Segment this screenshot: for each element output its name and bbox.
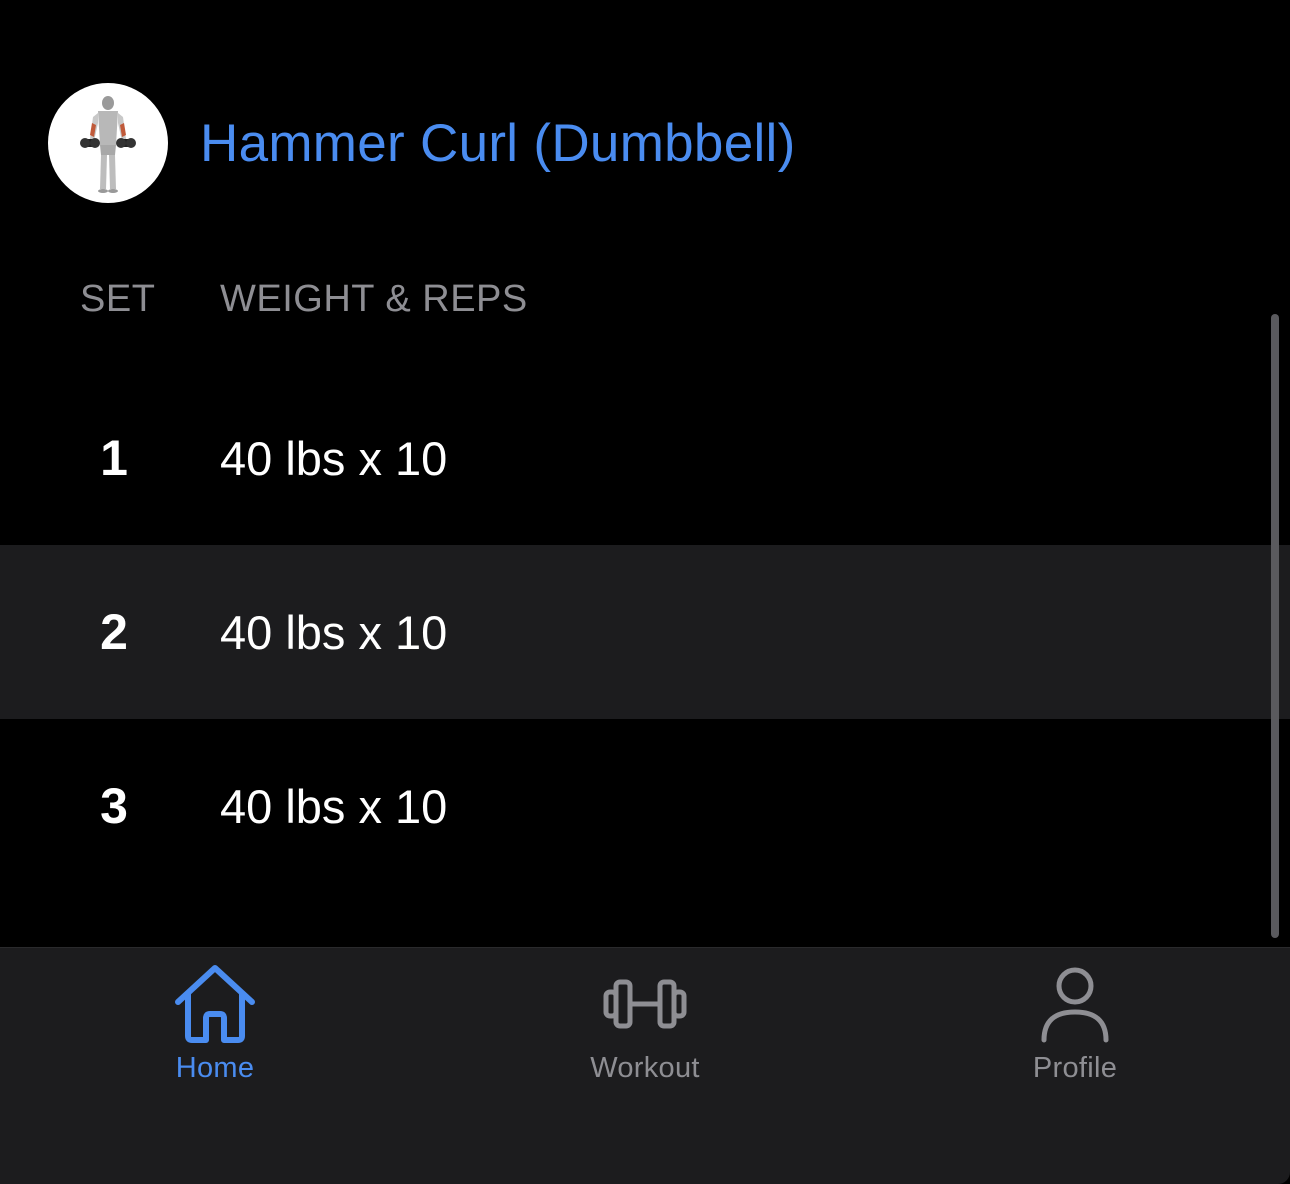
dumbbell-icon (600, 962, 690, 1046)
scrollbar[interactable] (1271, 314, 1279, 938)
column-header-weight-reps: WEIGHT & REPS (220, 278, 528, 320)
set-number: 1 (100, 430, 128, 486)
exercise-figure-icon (80, 96, 136, 193)
tab-profile[interactable]: Profile (955, 962, 1195, 1102)
tab-workout[interactable]: Workout (525, 962, 765, 1102)
tab-label: Home (175, 1052, 255, 1084)
table-row[interactable]: 2 40 lbs x 10 (0, 545, 1290, 719)
person-icon (1030, 962, 1120, 1046)
exercise-title[interactable]: Hammer Curl (Dumbbell) (200, 113, 796, 174)
table-row[interactable]: 3 40 lbs x 10 (0, 719, 1290, 893)
exercise-thumbnail (48, 83, 168, 203)
weight-reps-value: 40 lbs x 10 (220, 605, 448, 659)
column-header-set: SET (80, 278, 156, 320)
home-icon (170, 962, 260, 1046)
set-number: 3 (100, 778, 128, 834)
tab-label: Workout (590, 1052, 700, 1084)
set-number: 2 (100, 604, 128, 660)
tab-bar: Home Workout Profile (0, 947, 1290, 1184)
tab-home[interactable]: Home (95, 962, 335, 1102)
weight-reps-value: 40 lbs x 10 (220, 779, 448, 833)
weight-reps-value: 40 lbs x 10 (220, 431, 448, 485)
table-row[interactable]: 1 40 lbs x 10 (0, 371, 1290, 545)
app-screen: Hammer Curl (Dumbbell) SET WEIGHT & REPS… (0, 0, 1290, 1184)
exercise-header[interactable]: Hammer Curl (Dumbbell) (48, 83, 796, 203)
tab-label: Profile (1032, 1052, 1118, 1084)
